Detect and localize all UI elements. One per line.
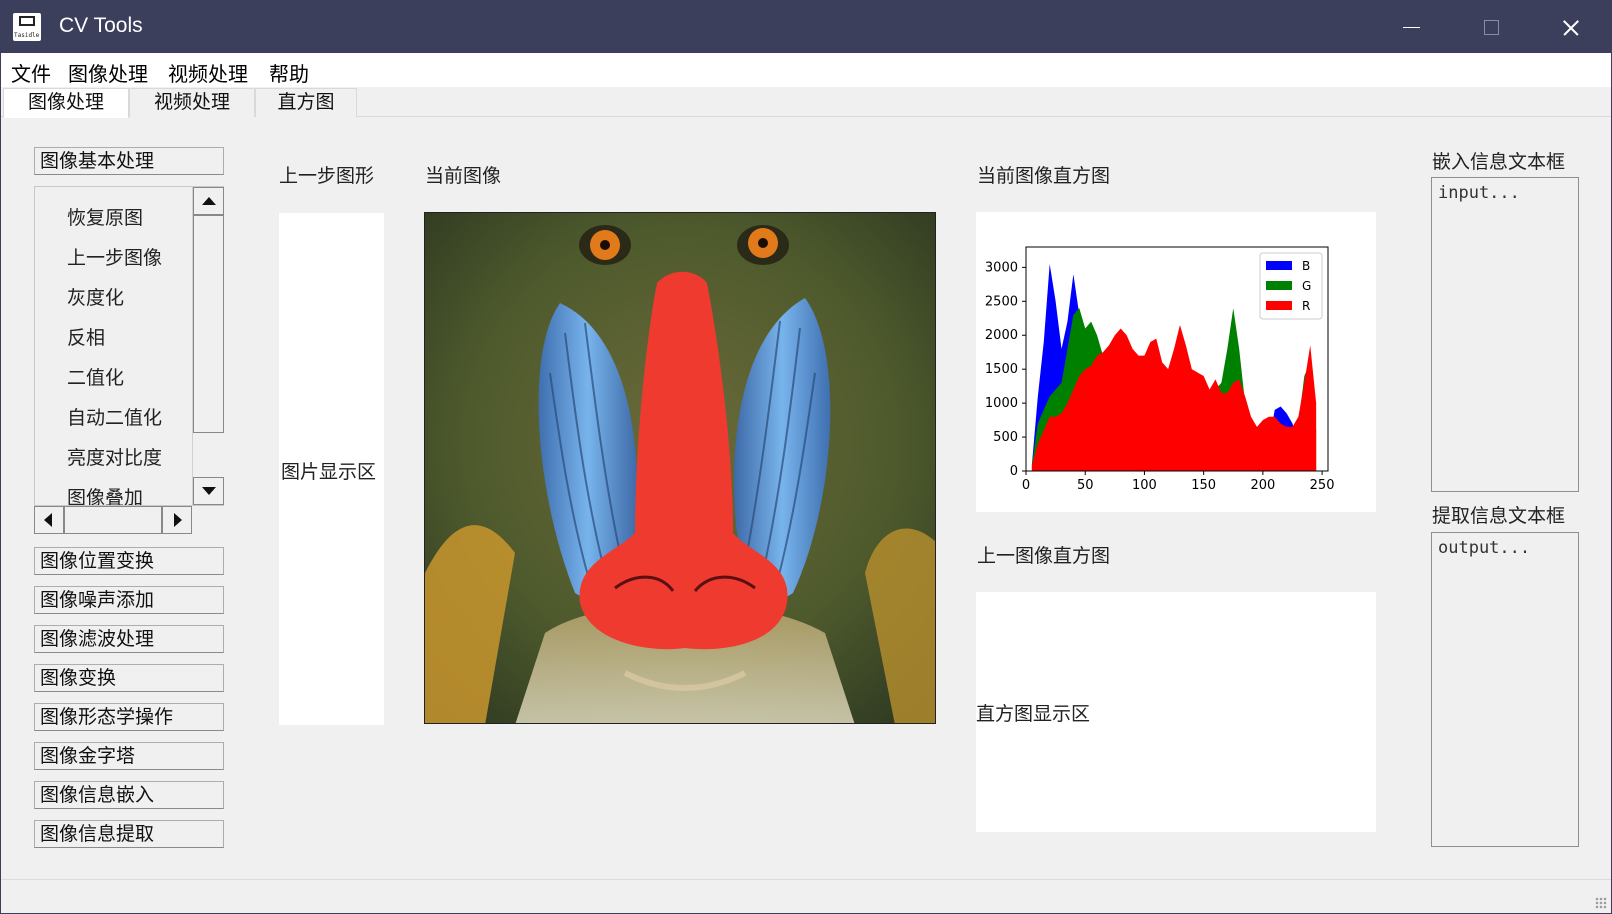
x-tick-label: 100 bbox=[1132, 478, 1157, 493]
menu-bar: 文件 图像处理 视频处理 帮助 bbox=[1, 53, 1611, 87]
list-item-restore[interactable]: 恢复原图 bbox=[67, 203, 143, 230]
current-image-display bbox=[424, 212, 936, 724]
previous-image-display: 图片显示区 bbox=[279, 213, 384, 725]
morphology-button[interactable]: 图像形态学操作 bbox=[34, 703, 224, 731]
previous-histogram-display: 直方图显示区 bbox=[976, 592, 1376, 832]
mandrill-image bbox=[425, 213, 935, 723]
x-tick-label: 150 bbox=[1191, 478, 1216, 493]
menu-help[interactable]: 帮助 bbox=[269, 58, 309, 87]
list-item-invert[interactable]: 反相 bbox=[67, 323, 105, 350]
extract-text-output[interactable]: output... bbox=[1431, 532, 1579, 847]
info-extract-button[interactable]: 图像信息提取 bbox=[34, 820, 224, 848]
x-tick-label: 250 bbox=[1310, 478, 1335, 493]
legend-swatch-G bbox=[1266, 281, 1292, 290]
legend-swatch-B bbox=[1266, 261, 1292, 270]
list-item-image-overlay[interactable]: 图像叠加 bbox=[67, 483, 143, 505]
app-icon: Tasidle bbox=[13, 13, 41, 41]
resize-grip-icon[interactable] bbox=[1595, 897, 1607, 909]
y-tick-label: 2000 bbox=[985, 328, 1018, 343]
list-item-grayscale[interactable]: 灰度化 bbox=[67, 283, 124, 310]
list-item-binarize[interactable]: 二值化 bbox=[67, 363, 124, 390]
transform-button[interactable]: 图像变换 bbox=[34, 664, 224, 692]
legend-label-R: R bbox=[1302, 299, 1310, 313]
tab-video-processing[interactable]: 视频处理 bbox=[129, 88, 255, 117]
scroll-thumb-horizontal[interactable] bbox=[64, 506, 162, 534]
current-hist-label: 当前图像直方图 bbox=[977, 165, 1111, 187]
menu-image-processing[interactable]: 图像处理 bbox=[68, 58, 148, 87]
tab-histogram[interactable]: 直方图 bbox=[255, 88, 357, 117]
scroll-thumb[interactable] bbox=[193, 215, 224, 433]
minimize-button[interactable] bbox=[1371, 1, 1451, 53]
prev-hist-label: 上一图像直方图 bbox=[977, 545, 1111, 567]
basic-processing-button[interactable]: 图像基本处理 bbox=[34, 147, 224, 175]
scroll-down-arrow-icon[interactable] bbox=[193, 477, 224, 505]
y-tick-label: 0 bbox=[1010, 464, 1018, 479]
maximize-button[interactable] bbox=[1451, 1, 1531, 53]
y-tick-label: 1000 bbox=[985, 396, 1018, 411]
tab-bar: 图像处理 视频处理 直方图 bbox=[1, 87, 1611, 118]
menu-file[interactable]: 文件 bbox=[11, 58, 51, 87]
pyramid-button[interactable]: 图像金字塔 bbox=[34, 742, 224, 770]
current-image-label: 当前图像 bbox=[425, 165, 502, 187]
list-vertical-scrollbar[interactable] bbox=[192, 187, 224, 505]
title-bar: Tasidle CV Tools bbox=[1, 1, 1611, 53]
legend-label-B: B bbox=[1302, 259, 1310, 273]
y-tick-label: 1500 bbox=[985, 362, 1018, 377]
scroll-up-arrow-icon[interactable] bbox=[193, 187, 224, 215]
y-tick-label: 2500 bbox=[985, 294, 1018, 309]
noise-add-button[interactable]: 图像噪声添加 bbox=[34, 586, 224, 614]
x-tick-label: 0 bbox=[1022, 478, 1030, 493]
list-horizontal-scrollbar[interactable] bbox=[34, 506, 194, 534]
extract-text-label: 提取信息文本框 bbox=[1432, 505, 1566, 527]
list-item-previous-image[interactable]: 上一步图像 bbox=[67, 243, 162, 270]
current-histogram-display: 0 50 100 150 200 250 0 500 1000 1500 2000 2500 3000 … bbox=[976, 212, 1376, 512]
legend-swatch-R bbox=[1266, 301, 1292, 310]
position-transform-button[interactable]: 图像位置变换 bbox=[34, 547, 224, 575]
app-icon-label: Tasidle bbox=[14, 32, 40, 39]
list-item-auto-binarize[interactable]: 自动二值化 bbox=[67, 403, 162, 430]
embed-text-input[interactable]: input... bbox=[1431, 177, 1579, 492]
list-item-brightness-contrast[interactable]: 亮度对比度 bbox=[67, 443, 162, 470]
scroll-left-arrow-icon[interactable] bbox=[34, 506, 64, 534]
prev-shape-label: 上一步图形 bbox=[279, 165, 375, 187]
status-bar bbox=[1, 879, 1611, 913]
tab-image-processing[interactable]: 图像处理 bbox=[3, 88, 129, 118]
x-tick-label: 200 bbox=[1250, 478, 1275, 493]
y-tick-label: 3000 bbox=[985, 260, 1018, 275]
y-tick-label: 500 bbox=[993, 430, 1018, 445]
x-tick-label: 50 bbox=[1077, 478, 1094, 493]
scroll-right-arrow-icon[interactable] bbox=[162, 506, 192, 534]
image-area-placeholder: 图片显示区 bbox=[281, 461, 377, 483]
app-window: Tasidle CV Tools 文件 图像处理 视频处理 帮助 图像处理 视频… bbox=[0, 0, 1612, 914]
menu-video-processing[interactable]: 视频处理 bbox=[168, 58, 248, 87]
legend-label-G: G bbox=[1302, 279, 1311, 293]
histogram-chart: 0 50 100 150 200 250050010001500200025003000 … bbox=[985, 246, 1335, 493]
close-button[interactable] bbox=[1531, 1, 1611, 53]
embed-text-label: 嵌入信息文本框 bbox=[1432, 151, 1566, 173]
hist-area-placeholder: 直方图显示区 bbox=[976, 703, 1091, 725]
window-glyph-icon bbox=[19, 16, 35, 26]
info-embed-button[interactable]: 图像信息嵌入 bbox=[34, 781, 224, 809]
filter-button[interactable]: 图像滤波处理 bbox=[34, 625, 224, 653]
window-title: CV Tools bbox=[59, 14, 143, 37]
